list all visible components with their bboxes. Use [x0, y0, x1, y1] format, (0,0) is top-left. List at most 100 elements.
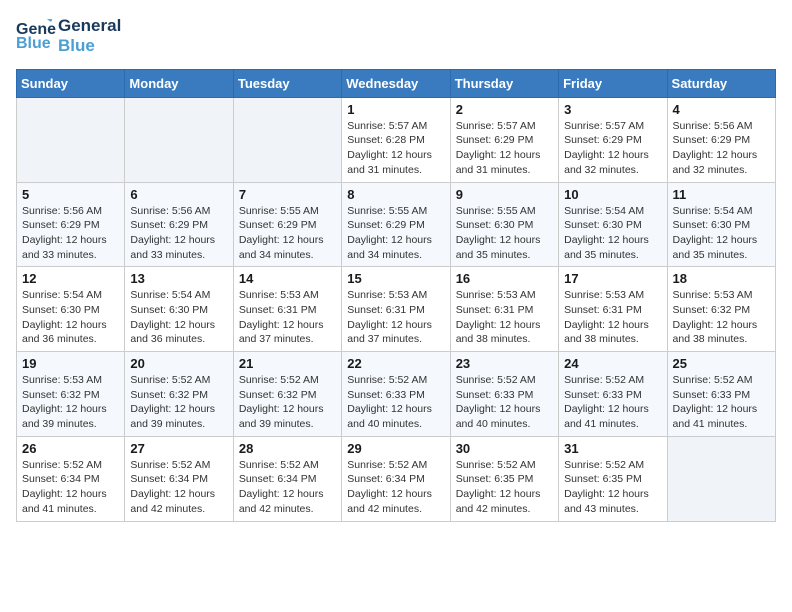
day-info: Sunrise: 5:52 AM Sunset: 6:32 PM Dayligh…: [130, 373, 227, 432]
calendar-cell: 22Sunrise: 5:52 AM Sunset: 6:33 PM Dayli…: [342, 352, 450, 437]
day-number: 25: [673, 356, 770, 371]
calendar-cell: 14Sunrise: 5:53 AM Sunset: 6:31 PM Dayli…: [233, 267, 341, 352]
calendar-week-row-2: 5 Sunrise: 5:56 AM Sunset: 6:29 PM Daylig…: [17, 182, 776, 267]
day-info: Sunrise: 5:52 AM Sunset: 6:34 PM Dayligh…: [347, 458, 444, 517]
calendar-cell: 17 Sunrise: 5:53 AM Sunset: 6:31 PM Dayli…: [559, 267, 667, 352]
calendar-cell: 28 Sunrise: 5:52 AM Sunset: 6:34 PM Dayli…: [233, 436, 341, 521]
weekday-header-saturday: Saturday: [667, 69, 775, 97]
day-number: 27: [130, 441, 227, 456]
day-info: Sunrise: 5:53 AM Sunset: 6:31 PM Dayligh…: [564, 288, 661, 347]
day-number: 19: [22, 356, 119, 371]
day-number: 17: [564, 271, 661, 286]
day-info: Sunrise: 5:57 AM Sunset: 6:28 PM Dayligh…: [347, 119, 444, 178]
calendar-cell: 11 Sunrise: 5:54 AM Sunset: 6:30 PM Dayli…: [667, 182, 775, 267]
day-info: Sunrise: 5:53 AM Sunset: 6:31 PM Dayligh…: [347, 288, 444, 347]
calendar-cell: 23 Sunrise: 5:52 AM Sunset: 6:33 PM Dayli…: [450, 352, 558, 437]
calendar-cell: 21 Sunrise: 5:52 AM Sunset: 6:32 PM Dayli…: [233, 352, 341, 437]
calendar-cell: 18Sunrise: 5:53 AM Sunset: 6:32 PM Dayli…: [667, 267, 775, 352]
day-number: 8: [347, 187, 444, 202]
logo: General Blue General Blue: [16, 16, 121, 57]
calendar-cell: 3 Sunrise: 5:57 AM Sunset: 6:29 PM Daylig…: [559, 97, 667, 182]
logo-blue: Blue: [58, 36, 121, 56]
day-info: Sunrise: 5:52 AM Sunset: 6:32 PM Dayligh…: [239, 373, 336, 432]
weekday-header-wednesday: Wednesday: [342, 69, 450, 97]
day-number: 29: [347, 441, 444, 456]
day-info: Sunrise: 5:57 AM Sunset: 6:29 PM Dayligh…: [456, 119, 553, 178]
day-info: Sunrise: 5:54 AM Sunset: 6:30 PM Dayligh…: [564, 204, 661, 263]
calendar-cell: 6 Sunrise: 5:56 AM Sunset: 6:29 PM Daylig…: [125, 182, 233, 267]
day-number: 16: [456, 271, 553, 286]
day-number: 31: [564, 441, 661, 456]
day-info: Sunrise: 5:55 AM Sunset: 6:29 PM Dayligh…: [347, 204, 444, 263]
calendar-cell: 13Sunrise: 5:54 AM Sunset: 6:30 PM Dayli…: [125, 267, 233, 352]
day-info: Sunrise: 5:52 AM Sunset: 6:34 PM Dayligh…: [22, 458, 119, 517]
calendar-cell: 9 Sunrise: 5:55 AM Sunset: 6:30 PM Daylig…: [450, 182, 558, 267]
day-number: 4: [673, 102, 770, 117]
day-number: 6: [130, 187, 227, 202]
calendar-cell: 31 Sunrise: 5:52 AM Sunset: 6:35 PM Dayli…: [559, 436, 667, 521]
calendar-cell: 7 Sunrise: 5:55 AM Sunset: 6:29 PM Daylig…: [233, 182, 341, 267]
weekday-header-tuesday: Tuesday: [233, 69, 341, 97]
page-header: General Blue General Blue: [16, 16, 776, 57]
day-info: Sunrise: 5:55 AM Sunset: 6:29 PM Dayligh…: [239, 204, 336, 263]
calendar-cell: 30 Sunrise: 5:52 AM Sunset: 6:35 PM Dayli…: [450, 436, 558, 521]
day-info: Sunrise: 5:52 AM Sunset: 6:35 PM Dayligh…: [564, 458, 661, 517]
calendar-cell: 1 Sunrise: 5:57 AM Sunset: 6:28 PM Daylig…: [342, 97, 450, 182]
calendar-cell: [125, 97, 233, 182]
day-number: 9: [456, 187, 553, 202]
svg-text:Blue: Blue: [16, 35, 51, 52]
day-info: Sunrise: 5:52 AM Sunset: 6:35 PM Dayligh…: [456, 458, 553, 517]
calendar-week-row-5: 26Sunrise: 5:52 AM Sunset: 6:34 PM Dayli…: [17, 436, 776, 521]
calendar-week-row-3: 12Sunrise: 5:54 AM Sunset: 6:30 PM Dayli…: [17, 267, 776, 352]
day-number: 3: [564, 102, 661, 117]
calendar-cell: 5 Sunrise: 5:56 AM Sunset: 6:29 PM Daylig…: [17, 182, 125, 267]
weekday-header-friday: Friday: [559, 69, 667, 97]
day-info: Sunrise: 5:55 AM Sunset: 6:30 PM Dayligh…: [456, 204, 553, 263]
weekday-header-sunday: Sunday: [17, 69, 125, 97]
day-number: 30: [456, 441, 553, 456]
day-number: 13: [130, 271, 227, 286]
calendar-cell: 8 Sunrise: 5:55 AM Sunset: 6:29 PM Daylig…: [342, 182, 450, 267]
calendar-cell: [233, 97, 341, 182]
day-number: 15: [347, 271, 444, 286]
day-number: 23: [456, 356, 553, 371]
day-info: Sunrise: 5:56 AM Sunset: 6:29 PM Dayligh…: [22, 204, 119, 263]
calendar-cell: 19 Sunrise: 5:53 AM Sunset: 6:32 PM Dayli…: [17, 352, 125, 437]
day-info: Sunrise: 5:53 AM Sunset: 6:32 PM Dayligh…: [22, 373, 119, 432]
logo-general: General: [58, 16, 121, 36]
day-number: 22: [347, 356, 444, 371]
calendar-cell: 10 Sunrise: 5:54 AM Sunset: 6:30 PM Dayli…: [559, 182, 667, 267]
day-info: Sunrise: 5:56 AM Sunset: 6:29 PM Dayligh…: [130, 204, 227, 263]
calendar-cell: 27 Sunrise: 5:52 AM Sunset: 6:34 PM Dayli…: [125, 436, 233, 521]
calendar-week-row-4: 19 Sunrise: 5:53 AM Sunset: 6:32 PM Dayli…: [17, 352, 776, 437]
weekday-header-monday: Monday: [125, 69, 233, 97]
day-info: Sunrise: 5:56 AM Sunset: 6:29 PM Dayligh…: [673, 119, 770, 178]
day-number: 5: [22, 187, 119, 202]
calendar-cell: 12Sunrise: 5:54 AM Sunset: 6:30 PM Dayli…: [17, 267, 125, 352]
calendar-cell: 24Sunrise: 5:52 AM Sunset: 6:33 PM Dayli…: [559, 352, 667, 437]
day-number: 14: [239, 271, 336, 286]
weekday-header-thursday: Thursday: [450, 69, 558, 97]
day-number: 28: [239, 441, 336, 456]
calendar-cell: 20Sunrise: 5:52 AM Sunset: 6:32 PM Dayli…: [125, 352, 233, 437]
day-number: 21: [239, 356, 336, 371]
calendar-cell: 16 Sunrise: 5:53 AM Sunset: 6:31 PM Dayli…: [450, 267, 558, 352]
day-number: 11: [673, 187, 770, 202]
day-info: Sunrise: 5:57 AM Sunset: 6:29 PM Dayligh…: [564, 119, 661, 178]
calendar-table: SundayMondayTuesdayWednesdayThursdayFrid…: [16, 69, 776, 522]
day-number: 1: [347, 102, 444, 117]
calendar-cell: 15 Sunrise: 5:53 AM Sunset: 6:31 PM Dayli…: [342, 267, 450, 352]
day-info: Sunrise: 5:54 AM Sunset: 6:30 PM Dayligh…: [673, 204, 770, 263]
day-info: Sunrise: 5:52 AM Sunset: 6:33 PM Dayligh…: [673, 373, 770, 432]
calendar-cell: 29 Sunrise: 5:52 AM Sunset: 6:34 PM Dayli…: [342, 436, 450, 521]
weekday-header-row: SundayMondayTuesdayWednesdayThursdayFrid…: [17, 69, 776, 97]
calendar-cell: 4 Sunrise: 5:56 AM Sunset: 6:29 PM Daylig…: [667, 97, 775, 182]
day-info: Sunrise: 5:52 AM Sunset: 6:34 PM Dayligh…: [239, 458, 336, 517]
day-info: Sunrise: 5:52 AM Sunset: 6:34 PM Dayligh…: [130, 458, 227, 517]
day-info: Sunrise: 5:52 AM Sunset: 6:33 PM Dayligh…: [456, 373, 553, 432]
calendar-cell: [667, 436, 775, 521]
day-number: 2: [456, 102, 553, 117]
day-number: 10: [564, 187, 661, 202]
day-number: 7: [239, 187, 336, 202]
day-info: Sunrise: 5:53 AM Sunset: 6:31 PM Dayligh…: [456, 288, 553, 347]
